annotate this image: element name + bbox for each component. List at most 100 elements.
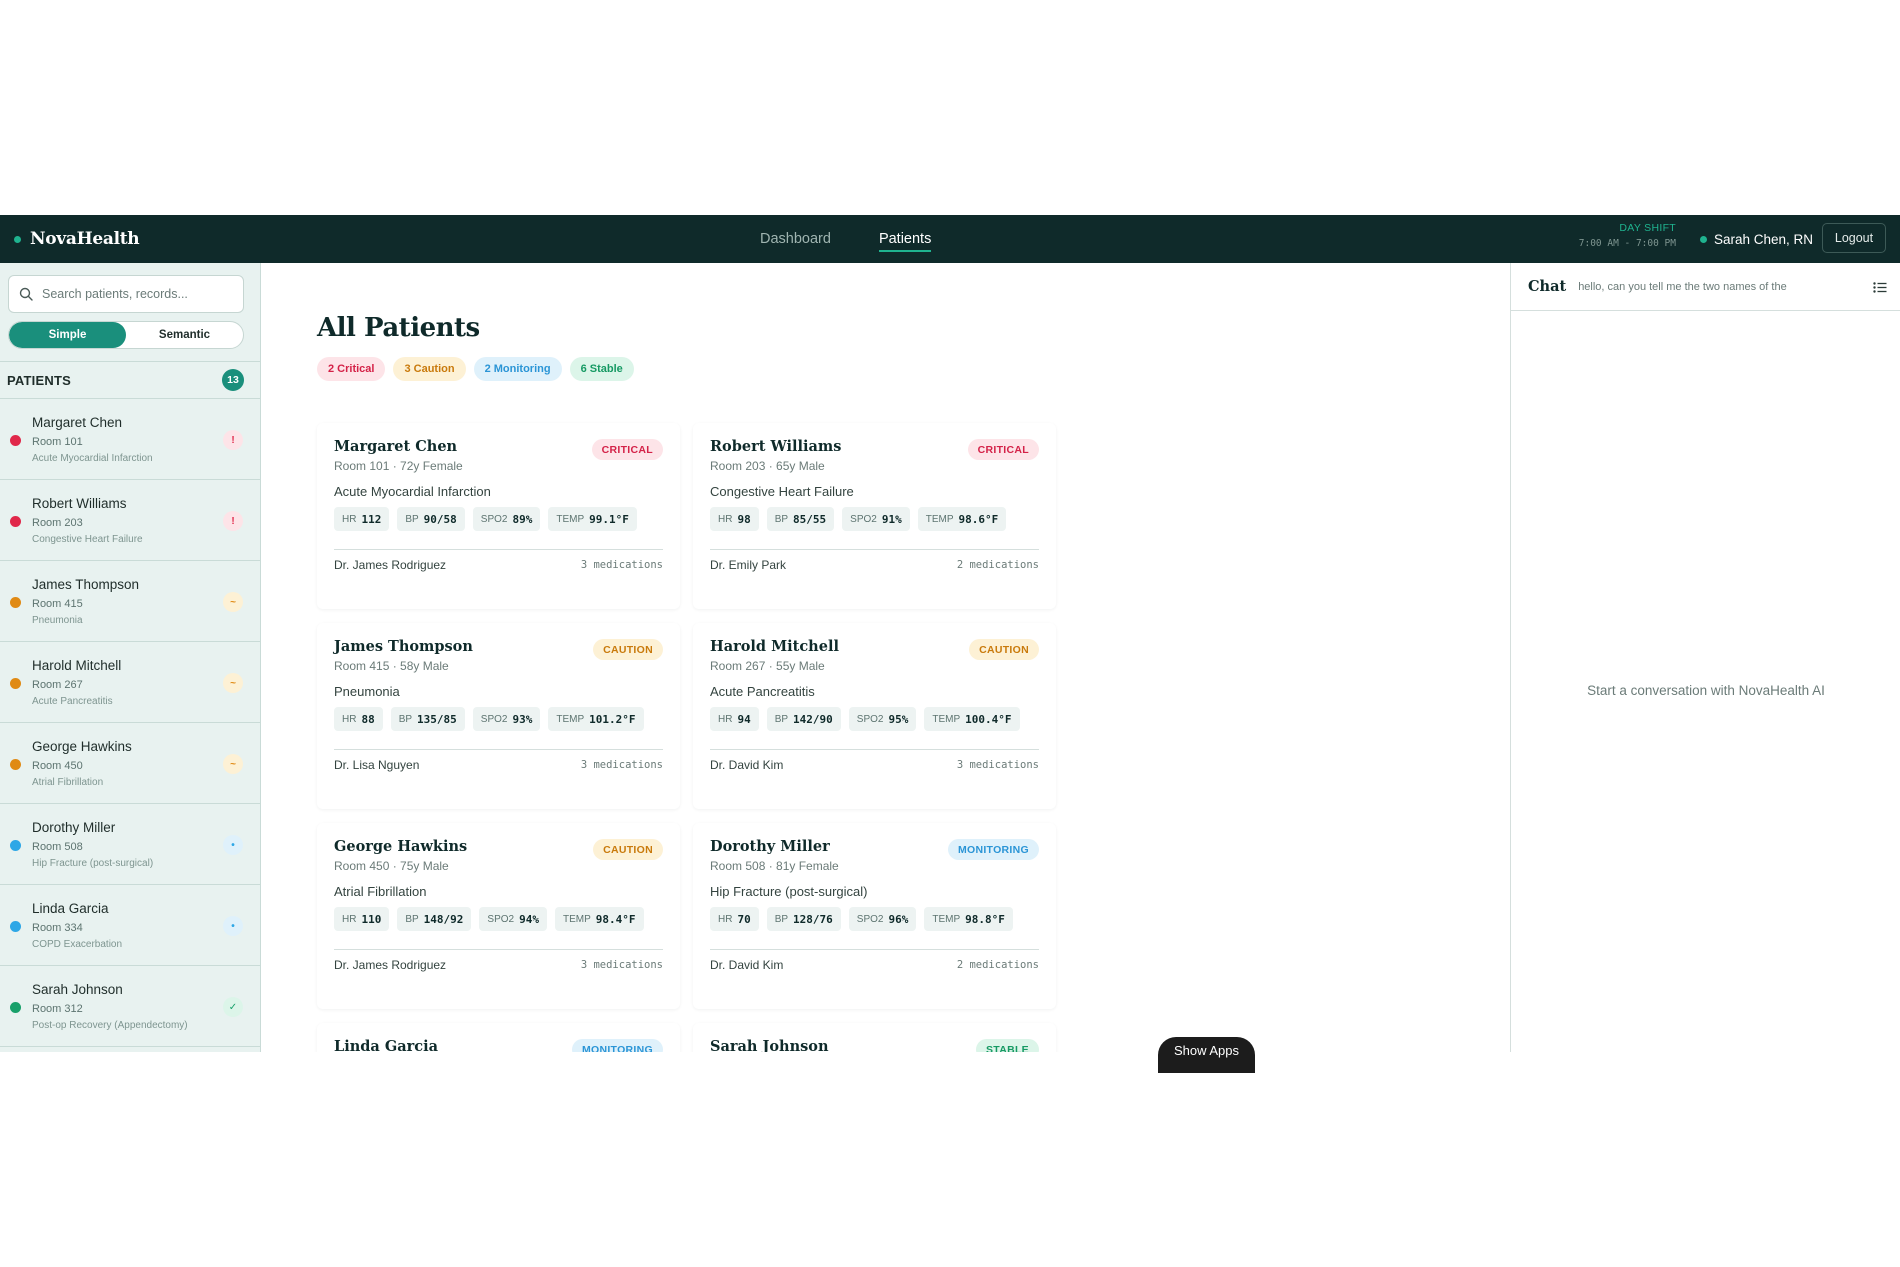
blood-pressure-vital: BP 128/76: [766, 907, 841, 931]
patient-card[interactable]: Harold Mitchell Room 267 · 55y Male CAUTIO…: [693, 623, 1056, 809]
filter-chip-caution[interactable]: 3 Caution: [393, 357, 466, 381]
critical-flag-icon: !: [223, 430, 243, 450]
status-dot-icon: [10, 921, 21, 932]
patient-list-item[interactable]: Dorothy Miller Room 508 Hip Fracture (post…: [0, 804, 260, 885]
patient-card[interactable]: Linda Garcia MONITORING: [317, 1023, 680, 1052]
filter-chip-stable[interactable]: 6 Stable: [569, 357, 634, 381]
temperature-label: TEMP: [925, 513, 954, 525]
status-badge: CAUTION: [593, 639, 663, 660]
attending-doctor: Dr. Emily Park: [710, 558, 787, 572]
patient-list-item[interactable]: Sarah Johnson Room 312 Post-op Recovery (A…: [0, 966, 260, 1047]
chat-empty-state: Start a conversation with NovaHealth AI: [1587, 683, 1825, 698]
sidebar: Simple Semantic PATIENTS 13 Margaret Che…: [0, 263, 261, 1052]
heart-rate-vital: HR 70: [710, 907, 759, 931]
blood-pressure-label: BP: [774, 513, 789, 525]
patient-room: Room 415: [32, 598, 83, 610]
medication-count: 3 medications: [580, 959, 663, 971]
patient-diagnosis: Acute Pancreatitis: [32, 696, 113, 707]
patient-name: Sarah Johnson: [32, 982, 123, 997]
patient-card[interactable]: James Thompson Room 415 · 58y Male CAUTION…: [317, 623, 680, 809]
patient-room: Room 334: [32, 922, 83, 934]
patient-room-age-sex: Room 415 · 58y Male: [334, 659, 449, 673]
chat-input[interactable]: [1578, 280, 1839, 293]
patient-name: James Thompson: [32, 577, 140, 592]
patient-name: Harold Mitchell: [710, 638, 839, 655]
list-menu-icon[interactable]: [1873, 282, 1887, 293]
stable-flag-icon: ✓: [223, 997, 243, 1017]
logout-button[interactable]: Logout: [1822, 223, 1886, 253]
temperature-value: 99.1°F: [589, 512, 629, 526]
oxygen-saturation-label: SPO2: [856, 913, 884, 925]
attending-doctor: Dr. James Rodriguez: [334, 558, 447, 572]
temperature-value: 98.4°F: [595, 912, 636, 926]
temperature-vital: TEMP 98.4°F: [554, 907, 644, 931]
blood-pressure-value: 135/85: [417, 712, 457, 726]
show-apps-button[interactable]: Show Apps: [1158, 1037, 1255, 1073]
patient-room-age-sex: Room 267 · 55y Male: [710, 659, 825, 673]
patient-list-item[interactable]: Margaret Chen Room 101 Acute Myocardial In…: [0, 399, 260, 480]
patient-card[interactable]: George Hawkins Room 450 · 75y Male CAUTION…: [317, 823, 680, 1009]
patient-list-item[interactable]: Robert Williams Room 203 Congestive Heart …: [0, 480, 260, 561]
shift-label: DAY SHIFT: [1619, 222, 1676, 234]
card-divider: [710, 949, 1039, 950]
nav-patients[interactable]: Patients: [878, 215, 932, 263]
patient-list-item[interactable]: James Thompson Room 415 Pneumonia ~: [0, 561, 260, 642]
blood-pressure-vital: BP 148/92: [397, 907, 472, 931]
patient-list-item[interactable]: Linda Garcia Room 334 COPD Exacerbation •: [0, 885, 260, 966]
patient-diagnosis: Pneumonia: [32, 615, 83, 626]
temperature-label: TEMP: [932, 913, 961, 925]
search-box[interactable]: [8, 275, 244, 313]
patient-card[interactable]: Sarah Johnson STABLE: [693, 1023, 1056, 1052]
oxygen-saturation-value: 96%: [888, 912, 909, 926]
patient-card[interactable]: Margaret Chen Room 101 · 72y Female CRITIC…: [317, 423, 680, 609]
search-input[interactable]: [42, 287, 232, 301]
blood-pressure-value: 142/90: [793, 712, 833, 726]
caution-flag-icon: ~: [223, 754, 243, 774]
blood-pressure-vital: BP 90/58: [397, 507, 465, 531]
mode-semantic-button[interactable]: Semantic: [126, 322, 243, 348]
filter-chip-critical[interactable]: 2 Critical: [317, 357, 386, 381]
medication-count: 3 medications: [580, 759, 663, 771]
patient-name: Linda Garcia: [32, 901, 109, 916]
patient-card[interactable]: Dorothy Miller Room 508 · 81y Female MONIT…: [693, 823, 1056, 1009]
status-badge: CRITICAL: [967, 439, 1039, 460]
oxygen-saturation-vital: SPO2 93%: [472, 707, 541, 731]
card-divider: [710, 749, 1039, 750]
temperature-vital: TEMP 99.1°F: [548, 507, 637, 531]
oxygen-saturation-value: 89%: [512, 512, 533, 526]
mode-simple-button[interactable]: Simple: [9, 322, 126, 348]
shift-info: DAY SHIFT 7:00 AM - 7:00 PM: [1560, 219, 1676, 251]
oxygen-saturation-value: 94%: [519, 912, 539, 926]
patient-diagnosis: Post-op Recovery (Appendectomy): [32, 1020, 188, 1031]
blood-pressure-vital: BP 85/55: [766, 507, 835, 531]
patient-list-item[interactable]: George Hawkins Room 450 Atrial Fibrillatio…: [0, 723, 260, 804]
nav-dashboard[interactable]: Dashboard: [760, 215, 831, 263]
oxygen-saturation-label: SPO2: [480, 713, 508, 725]
patient-name: Harold Mitchell: [32, 658, 122, 673]
temperature-value: 98.8°F: [965, 912, 1005, 926]
brand[interactable]: NovaHealth: [14, 215, 140, 263]
attending-doctor: Dr. David Kim: [710, 758, 784, 772]
heart-rate-value: 94: [737, 712, 751, 726]
patient-list-item[interactable]: Harold Mitchell Room 267 Acute Pancreatiti…: [0, 642, 260, 723]
patient-room: Room 101: [32, 436, 83, 448]
chat-title: Chat: [1528, 278, 1567, 295]
blood-pressure-label: BP: [398, 713, 413, 725]
heart-rate-label: HR: [342, 913, 357, 925]
online-status-icon: [1700, 235, 1707, 243]
current-user: Sarah Chen, RN: [1700, 215, 1813, 263]
patient-name: Linda Garcia: [334, 1038, 438, 1052]
blood-pressure-label: BP: [405, 913, 419, 925]
heart-rate-vital: HR 98: [710, 507, 759, 531]
vitals-row: HR 112 BP 90/58 SPO2 89% TEMP 99.1°F: [334, 507, 637, 531]
heart-rate-label: HR: [342, 513, 357, 525]
oxygen-saturation-value: 95%: [888, 712, 909, 726]
heart-rate-label: HR: [342, 713, 357, 725]
filter-chip-monitoring[interactable]: 2 Monitoring: [473, 357, 562, 381]
chat-panel: Chat Start a conversation with NovaHealt…: [1510, 263, 1900, 1052]
patient-name: Robert Williams: [32, 496, 127, 511]
patient-diagnosis: Congestive Heart Failure: [710, 484, 854, 499]
oxygen-saturation-value: 93%: [512, 712, 533, 726]
patient-card[interactable]: Robert Williams Room 203 · 65y Male CRITIC…: [693, 423, 1056, 609]
patient-diagnosis: Hip Fracture (post-surgical): [32, 858, 154, 869]
